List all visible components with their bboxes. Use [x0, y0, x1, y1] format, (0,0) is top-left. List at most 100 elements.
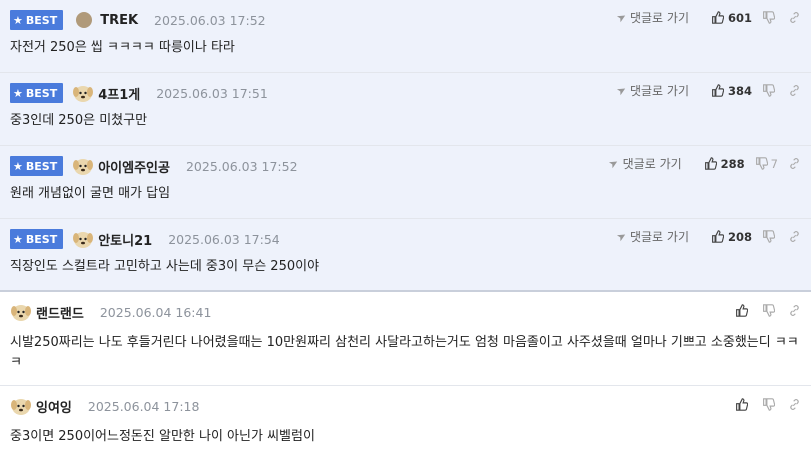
upvote-button[interactable]: 208 [711, 230, 752, 244]
best-comment: ★ BEST 안토니21 2025.06.03 17:54 직장인도 스컬트라 고… [0, 219, 811, 292]
reply-label: 댓글로 가기 [622, 157, 682, 171]
dog-avatar-icon[interactable] [72, 228, 94, 250]
best-badge: ★ BEST [10, 229, 64, 249]
star-icon: ★ [13, 159, 23, 173]
comment-actions: ➤ 댓글로 가기 601 [614, 9, 801, 26]
dog-avatar-icon[interactable] [10, 301, 32, 323]
comment-header: ★ BEST TREK 2025.06.03 17:52 [10, 8, 266, 32]
link-icon [790, 85, 799, 96]
downvote-button[interactable] [762, 11, 778, 24]
link-button[interactable] [788, 398, 801, 411]
comment-text: 직장인도 스컬트라 고민하고 사는데 중3이 무슨 250이야 [10, 259, 320, 274]
nickname[interactable]: 잉여잉 [36, 397, 72, 416]
link-icon [790, 399, 799, 410]
downvote-count: 7 [770, 156, 778, 171]
upvote-count: 288 [720, 156, 745, 171]
comment-date: 2025.06.03 17:52 [185, 158, 298, 174]
link-button[interactable] [788, 11, 801, 24]
comment-actions: ➤ 댓글로 가기 208 [614, 228, 801, 245]
nickname[interactable]: TREK [100, 13, 138, 28]
link-button[interactable] [788, 157, 801, 170]
link-icon [790, 305, 799, 316]
best-comment: ★ BEST 4프1게 2025.06.03 17:51 중3인데 250은 미쳤… [0, 73, 811, 146]
best-badge-label: BEST [25, 13, 58, 27]
best-badge-label: BEST [25, 86, 58, 100]
comment-header: 잉여잉 2025.06.04 17:18 [10, 394, 199, 418]
nickname[interactable]: 아이엠주인공 [98, 157, 170, 176]
thumbs-down-icon [755, 157, 768, 170]
comment-text: 중3이면 250이어느정돈진 알만한 나이 아닌가 씨벨럼이 [10, 429, 315, 444]
nickname[interactable]: 4프1게 [98, 84, 140, 103]
dog-avatar-icon[interactable] [72, 82, 94, 104]
link-button[interactable] [788, 84, 801, 97]
thumbs-down-icon [763, 230, 775, 243]
arrow-icon: ➤ [614, 9, 629, 26]
link-button[interactable] [788, 230, 801, 243]
nickname[interactable]: 안토니21 [98, 230, 152, 249]
comment-list: ★ BEST TREK 2025.06.03 17:52 자전거 250은 씹 ㅋ… [0, 0, 811, 459]
upvote-count: 208 [727, 229, 752, 244]
comment-text: 시발250짜리는 나도 후들거린다 나어렸을때는 10만원짜리 삼천리 사달라고… [10, 335, 799, 370]
downvote-button[interactable]: 7 [755, 157, 778, 171]
comment-header: ★ BEST 아이엠주인공 2025.06.03 17:52 [10, 154, 298, 178]
arrow-icon: ➤ [614, 82, 629, 99]
comment-date: 2025.06.04 16:41 [99, 304, 212, 320]
avatar[interactable] [76, 12, 93, 28]
comment-date: 2025.06.03 17:52 [154, 12, 266, 28]
link-icon [790, 12, 799, 23]
comment-actions: ➤ 댓글로 가기 288 7 [606, 155, 801, 172]
link-button[interactable] [788, 304, 801, 317]
thumbs-up-icon [736, 398, 748, 411]
star-icon: ★ [13, 86, 23, 100]
thumbs-down-icon [763, 11, 775, 24]
comment-actions [725, 304, 801, 317]
thumbs-up-icon [712, 230, 724, 243]
reply-label: 댓글로 가기 [629, 230, 689, 244]
dog-avatar-icon[interactable] [72, 155, 94, 177]
reply-link[interactable]: ➤ 댓글로 가기 [606, 155, 682, 172]
comment-text: 중3인데 250은 미쳤구만 [10, 113, 148, 128]
downvote-button[interactable] [762, 398, 778, 411]
best-comment: ★ BEST TREK 2025.06.03 17:52 자전거 250은 씹 ㅋ… [0, 0, 811, 73]
upvote-button[interactable]: 601 [711, 11, 752, 25]
comment-header: ★ BEST 안토니21 2025.06.03 17:54 [10, 227, 280, 251]
best-badge-label: BEST [25, 159, 58, 173]
downvote-button[interactable] [762, 230, 778, 243]
star-icon: ★ [13, 13, 23, 27]
thumbs-down-icon [763, 84, 775, 97]
dog-avatar-icon[interactable] [10, 395, 32, 417]
link-icon [790, 231, 799, 242]
upvote-button[interactable]: 288 [704, 157, 745, 171]
upvote-button[interactable] [735, 398, 752, 411]
best-badge: ★ BEST [10, 156, 64, 176]
upvote-count: 384 [727, 83, 752, 98]
comment-date: 2025.06.04 17:18 [87, 398, 200, 414]
reply-link[interactable]: ➤ 댓글로 가기 [614, 228, 689, 245]
thumbs-up-icon [712, 84, 724, 97]
best-badge: ★ BEST [10, 83, 64, 103]
thumbs-up-icon [736, 304, 748, 317]
thumbs-up-icon [704, 157, 717, 170]
comment-actions: ➤ 댓글로 가기 384 [614, 82, 801, 99]
reply-link[interactable]: ➤ 댓글로 가기 [614, 82, 689, 99]
comment-date: 2025.06.03 17:54 [168, 231, 280, 247]
comment: 랜드랜드 2025.06.04 16:41 시발250짜리는 나도 후들거린다 … [0, 292, 811, 386]
nickname[interactable]: 랜드랜드 [36, 303, 84, 322]
comment-header: 랜드랜드 2025.06.04 16:41 [10, 300, 211, 324]
comment-text: 원래 개념없이 굴면 매가 답임 [10, 186, 171, 201]
reply-link[interactable]: ➤ 댓글로 가기 [614, 9, 689, 26]
thumbs-down-icon [763, 398, 775, 411]
thumbs-up-icon [712, 11, 724, 24]
arrow-icon: ➤ [614, 228, 629, 245]
downvote-button[interactable] [762, 304, 778, 317]
arrow-icon: ➤ [606, 155, 622, 172]
upvote-count: 601 [727, 10, 752, 25]
upvote-button[interactable] [735, 304, 752, 317]
comment-actions [725, 398, 801, 411]
upvote-button[interactable]: 384 [711, 84, 752, 98]
comment-text: 자전거 250은 씹 ㅋㅋㅋㅋ 따릉이나 타라 [10, 40, 235, 55]
downvote-button[interactable] [762, 84, 778, 97]
best-badge-label: BEST [25, 232, 58, 246]
star-icon: ★ [13, 232, 23, 246]
best-comment: ★ BEST 아이엠주인공 2025.06.03 17:52 원래 개념없이 굴면… [0, 146, 811, 219]
